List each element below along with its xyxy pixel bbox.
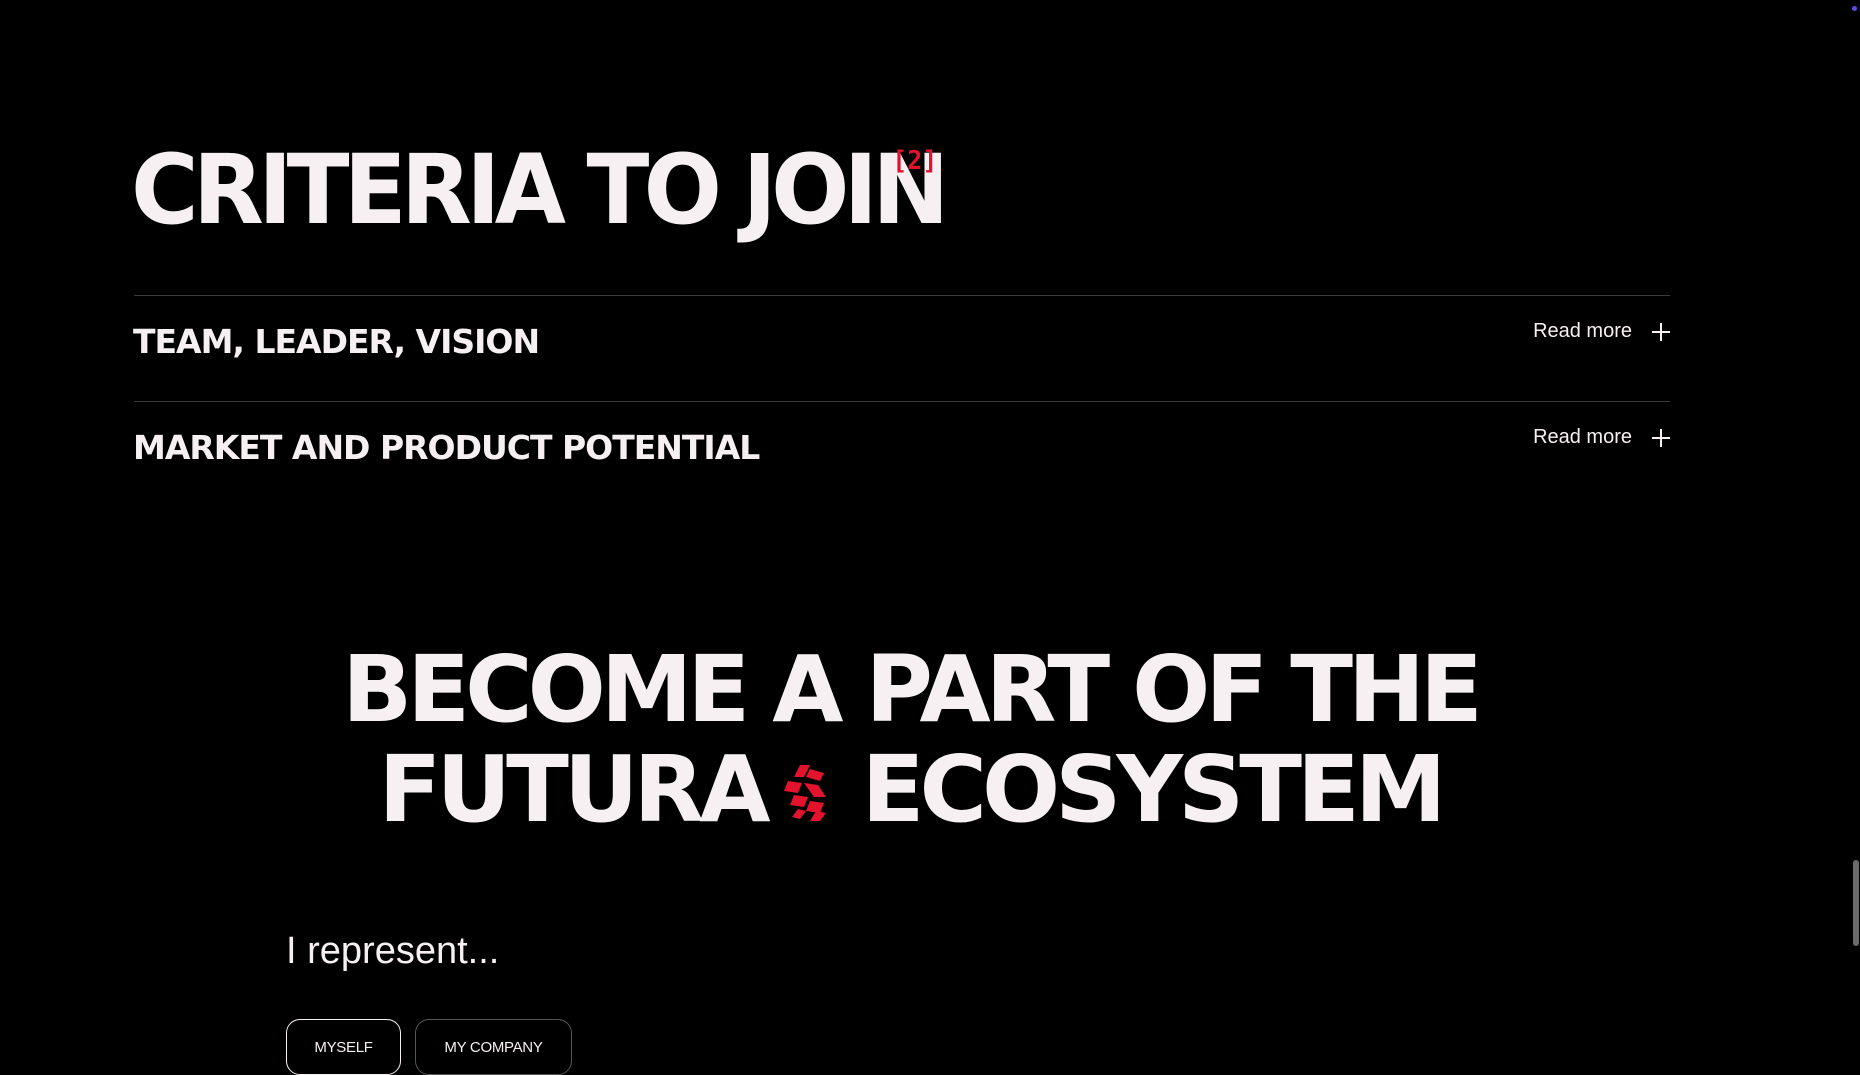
- plus-icon: [1652, 428, 1670, 447]
- accordion-item-market: MARKET AND PRODUCT POTENTIAL Read more: [133, 401, 1670, 507]
- option-myself-button[interactable]: MYSELF: [286, 1019, 401, 1075]
- accordion-title: MARKET AND PRODUCT POTENTIAL: [133, 428, 760, 467]
- read-more-button[interactable]: Read more: [1533, 320, 1670, 343]
- read-more-label: Read more: [1533, 320, 1632, 342]
- scrollbar[interactable]: [1850, 0, 1860, 1062]
- futura-logo-icon: [783, 765, 826, 821]
- status-dot: [1852, 6, 1857, 11]
- scrollbar-thumb[interactable]: [1853, 860, 1859, 946]
- criteria-title: CRITERIA TO JOIN: [131, 134, 949, 247]
- cta-heading: BECOME A PART OF THE FUTURA ECOSYSTEM: [0, 640, 1820, 840]
- plus-icon: [1652, 322, 1670, 341]
- read-more-label: Read more: [1533, 426, 1632, 448]
- cta-ecosystem: ECOSYSTEM: [861, 736, 1447, 843]
- cta-brand: FUTURA: [378, 736, 771, 843]
- cta-line-2: FUTURA ECOSYSTEM: [0, 740, 1820, 840]
- cta-line-1: BECOME A PART OF THE: [342, 636, 1483, 743]
- option-my-company-button[interactable]: MY COMPANY: [415, 1019, 572, 1075]
- section-index: [2]: [892, 146, 938, 177]
- represent-prompt: I represent...: [286, 930, 500, 972]
- accordion-title: TEAM, LEADER, VISION: [133, 322, 540, 361]
- read-more-button[interactable]: Read more: [1533, 426, 1670, 449]
- accordion-item-team: TEAM, LEADER, VISION Read more: [133, 295, 1670, 401]
- criteria-heading: CRITERIA TO JOIN [2]: [131, 142, 949, 238]
